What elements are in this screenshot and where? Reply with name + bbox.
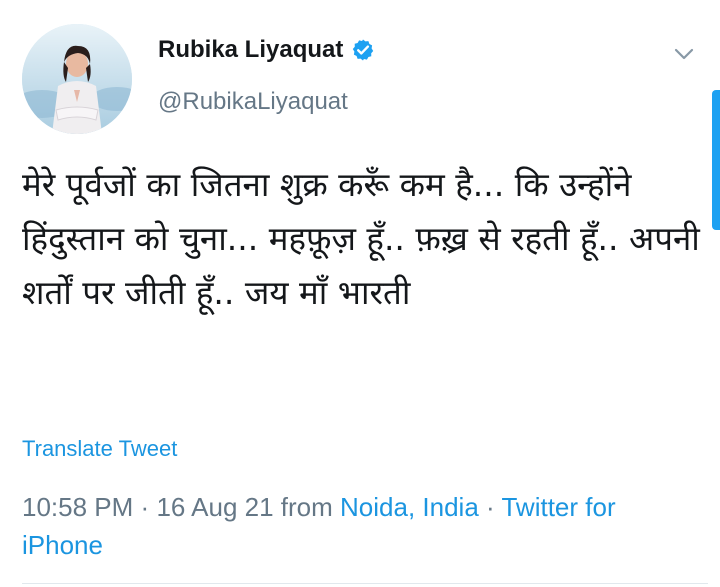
tweet-metadata: 10:58 PM · 16 Aug 21 from Noida, India ·… (22, 488, 702, 564)
tweet-date[interactable]: 16 Aug 21 (156, 492, 273, 522)
display-name-row[interactable]: Rubika Liyaquat (158, 36, 375, 64)
tweet-text: मेरे पूर्वजों का जितना शुक्र करूँ कम है.… (22, 165, 700, 312)
display-name[interactable]: Rubika Liyaquat (158, 36, 343, 64)
tweet-card: Rubika Liyaquat @RubikaLiyaquat मेरे पूर… (0, 0, 720, 587)
tweet-location-link[interactable]: Noida, India (340, 492, 479, 522)
user-handle[interactable]: @RubikaLiyaquat (158, 88, 348, 116)
verified-badge-icon (351, 38, 375, 62)
avatar[interactable] (22, 24, 132, 134)
divider (22, 583, 708, 584)
meta-separator-2: · (486, 492, 495, 522)
scrollbar-indicator (712, 90, 720, 230)
translate-tweet-link[interactable]: Translate Tweet (22, 436, 177, 462)
chevron-down-icon[interactable] (670, 40, 698, 68)
meta-separator: · (140, 492, 150, 522)
tweet-time[interactable]: 10:58 PM (22, 492, 133, 522)
from-label: from (280, 492, 333, 522)
